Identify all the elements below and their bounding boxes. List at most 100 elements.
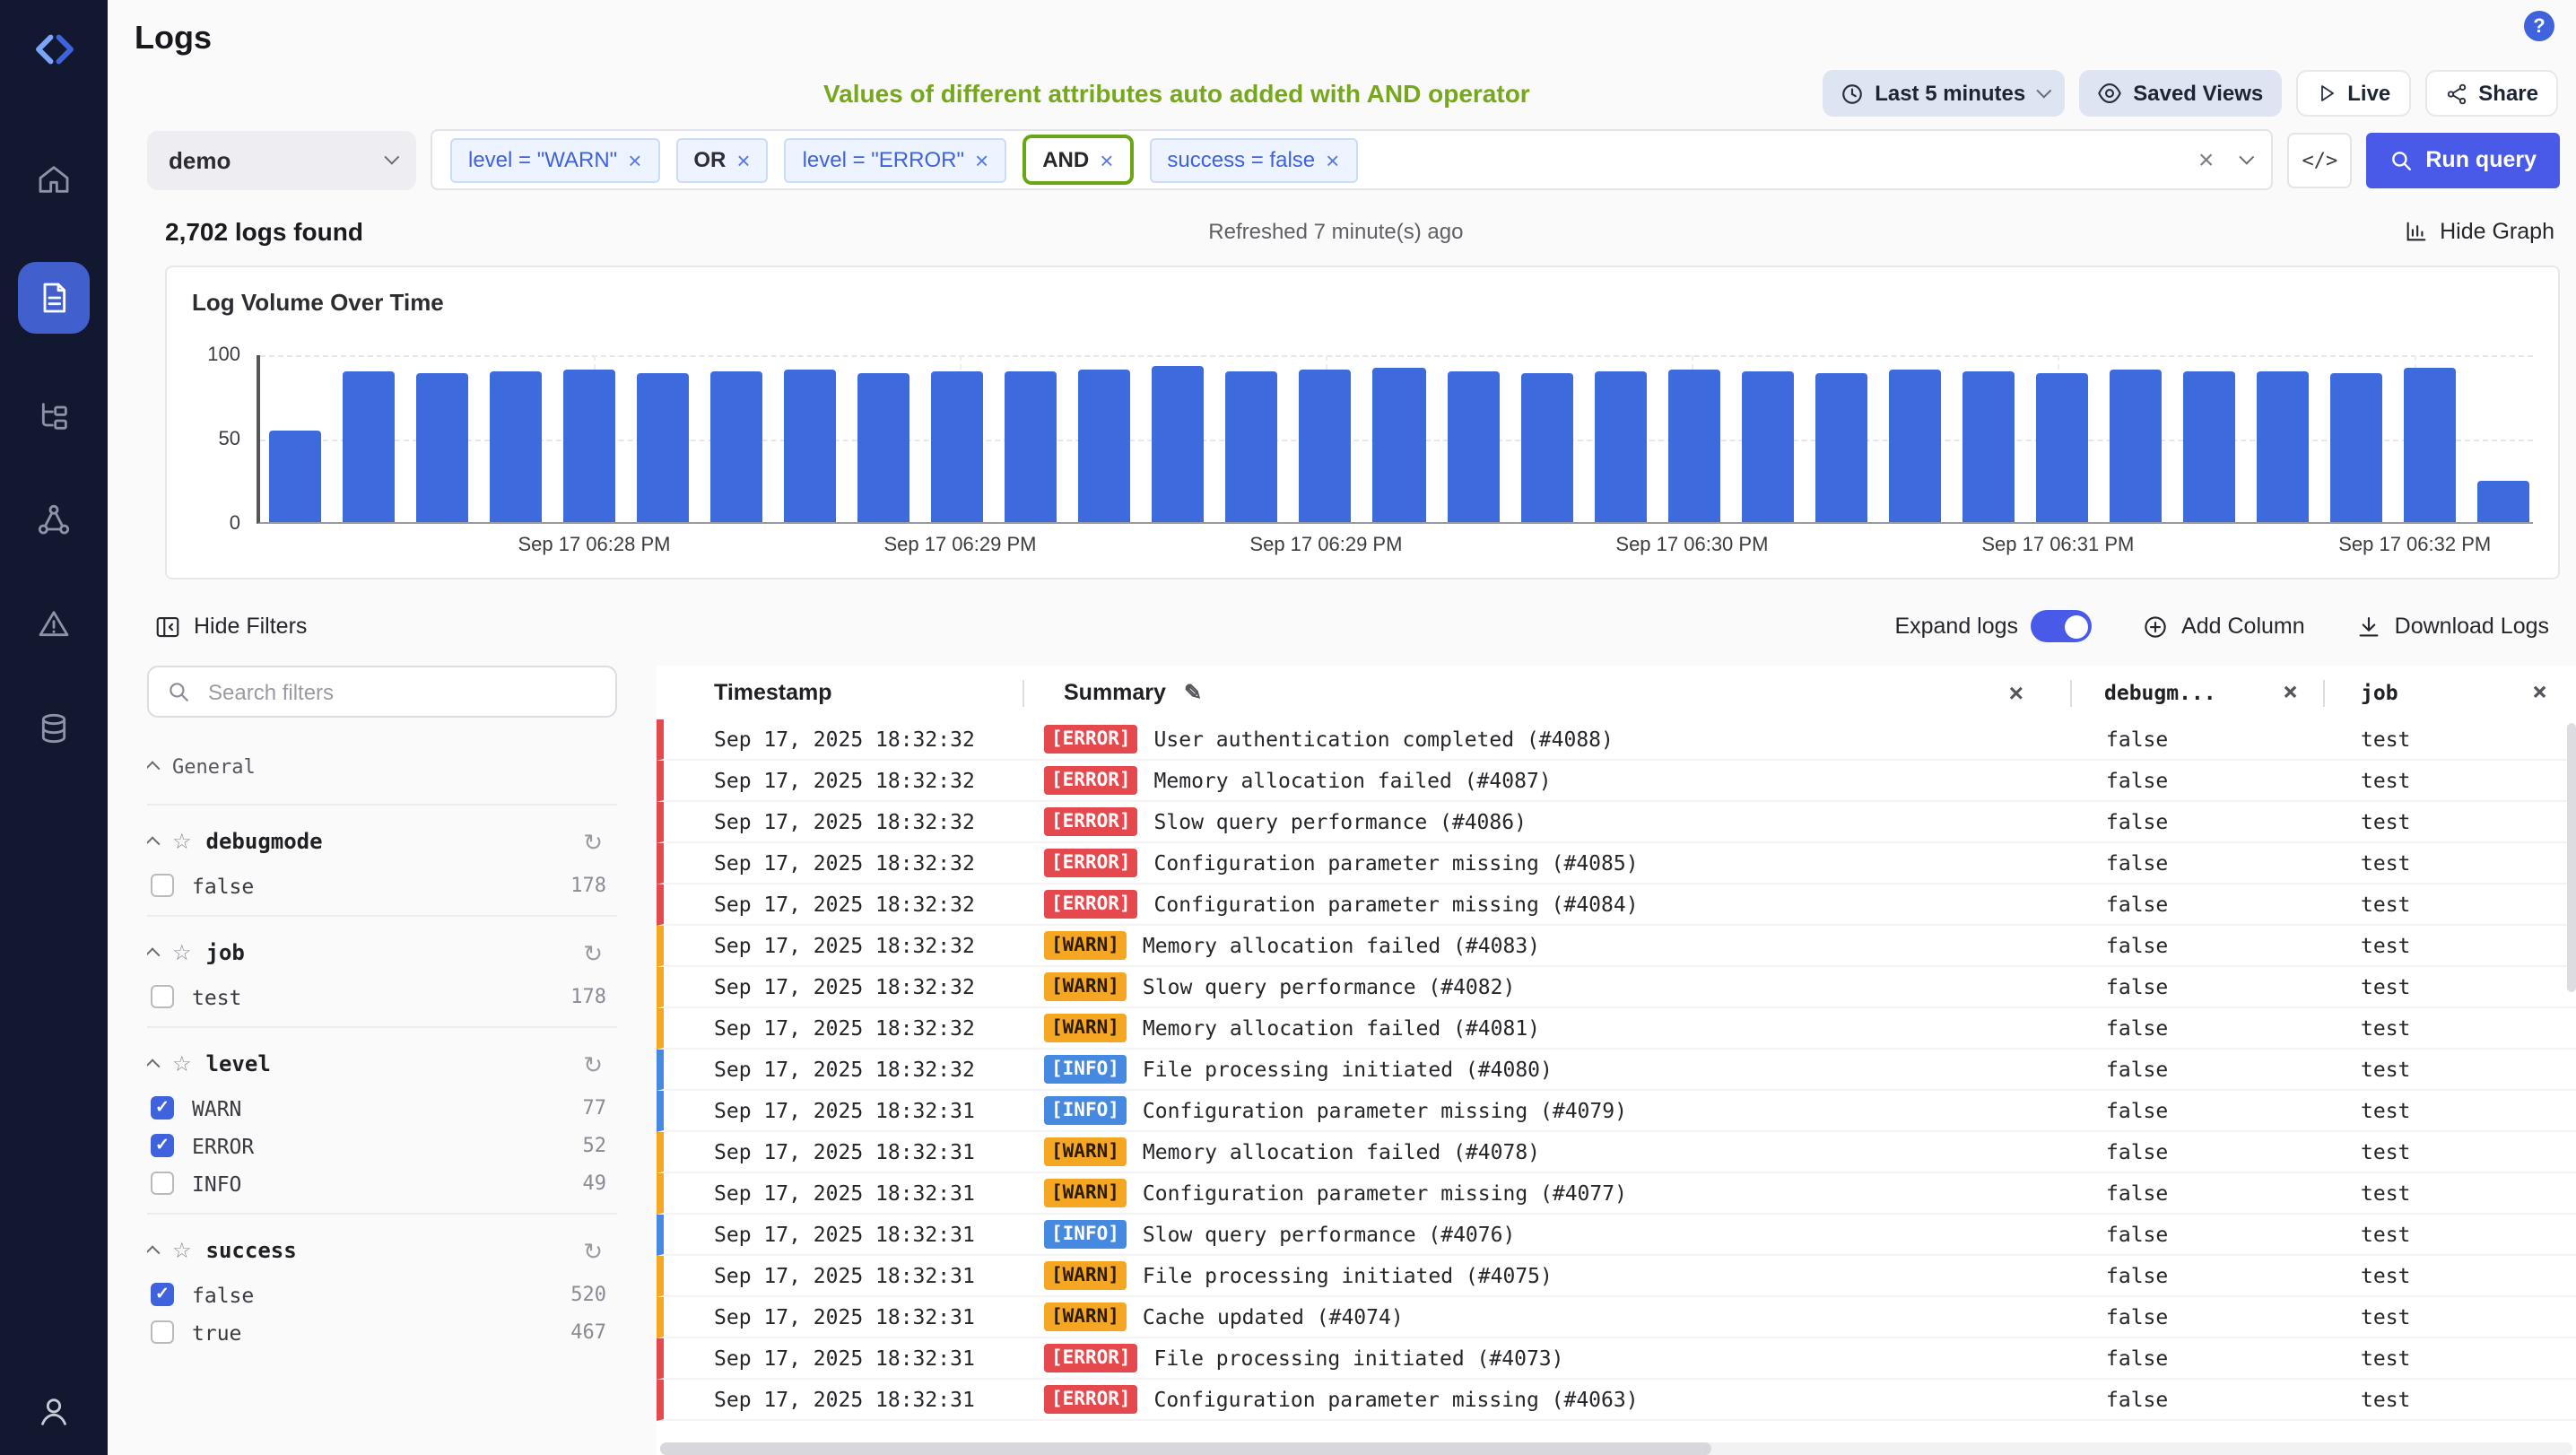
remove-summary-column-icon[interactable]: × [2009, 680, 2023, 705]
log-row[interactable]: Sep 17, 2025 18:32:32 INFO File processi… [657, 1050, 2576, 1091]
refresh-icon[interactable]: ↻ [583, 941, 603, 964]
saved-views-button[interactable]: Saved Views [2079, 70, 2281, 117]
checkbox[interactable] [151, 1172, 174, 1195]
hide-graph-button[interactable]: Hide Graph [2404, 219, 2554, 244]
log-row[interactable]: Sep 17, 2025 18:32:32 WARN Slow query pe… [657, 967, 2576, 1008]
query-filter-chip[interactable]: success = false × [1149, 137, 1357, 182]
log-row[interactable]: Sep 17, 2025 18:32:31 WARN Configuration… [657, 1173, 2576, 1215]
filter-value-row[interactable]: false 178 [147, 867, 617, 904]
scrollbar-thumb[interactable] [660, 1442, 1712, 1455]
chip-remove-icon[interactable]: × [736, 146, 750, 173]
query-filter-chip[interactable]: level = "ERROR" × [785, 137, 1007, 182]
log-row[interactable]: Sep 17, 2025 18:32:31 ERROR File process… [657, 1338, 2576, 1380]
checkbox[interactable] [151, 1283, 174, 1306]
code-view-button[interactable]: </> [2287, 132, 2352, 187]
filter-value-row[interactable]: test 178 [147, 978, 617, 1015]
log-row[interactable]: Sep 17, 2025 18:32:32 ERROR Memory alloc… [657, 761, 2576, 802]
log-row[interactable]: Sep 17, 2025 18:32:32 ERROR User authent… [657, 719, 2576, 761]
log-row[interactable]: Sep 17, 2025 18:32:31 WARN Memory alloca… [657, 1132, 2576, 1173]
chart-bar [563, 370, 615, 522]
chart-bar [1594, 372, 1646, 522]
facet-header[interactable]: ☆ success ↻ [147, 1225, 617, 1276]
horizontal-scrollbar[interactable] [660, 1442, 2572, 1455]
app-logo[interactable] [23, 18, 84, 79]
sidebar-item-services[interactable] [18, 499, 90, 542]
star-icon[interactable]: ☆ [172, 1053, 192, 1075]
sidebar-item-traces[interactable] [18, 395, 90, 438]
live-button[interactable]: Live [2295, 70, 2410, 117]
query-filter-chip[interactable]: AND × [1023, 135, 1133, 185]
expand-logs-toggle[interactable] [2031, 610, 2092, 642]
scrollbar-thumb[interactable] [2567, 723, 2576, 993]
checkbox[interactable] [151, 1134, 174, 1157]
log-row[interactable]: Sep 17, 2025 18:32:31 WARN File processi… [657, 1256, 2576, 1297]
column-timestamp[interactable]: Timestamp [714, 680, 832, 705]
sidebar-item-database[interactable] [18, 707, 90, 750]
facet-header[interactable]: ☆ job ↻ [147, 928, 617, 978]
log-row[interactable]: Sep 17, 2025 18:32:31 ERROR Configuratio… [657, 1380, 2576, 1421]
checkbox[interactable] [151, 985, 174, 1008]
vertical-scrollbar[interactable] [2567, 723, 2576, 1433]
column-summary[interactable]: Summary [1064, 680, 1166, 705]
chip-remove-icon[interactable]: × [1326, 146, 1339, 173]
star-icon[interactable]: ☆ [172, 942, 192, 963]
run-query-button[interactable]: Run query [2366, 132, 2560, 187]
sidebar-item-home[interactable] [18, 158, 90, 201]
refresh-icon[interactable]: ↻ [583, 830, 603, 853]
remove-job-column-icon[interactable]: × [2532, 680, 2547, 705]
log-row[interactable]: Sep 17, 2025 18:32:32 ERROR Configuratio… [657, 884, 2576, 926]
time-range-button[interactable]: Last 5 minutes [1823, 70, 2065, 117]
chip-remove-icon[interactable]: × [628, 146, 641, 173]
expand-query-chevron-icon[interactable] [2240, 150, 2255, 165]
column-job[interactable]: job [2361, 680, 2398, 705]
source-select[interactable]: demo [147, 130, 416, 189]
user-avatar[interactable] [36, 1394, 72, 1430]
star-icon[interactable]: ☆ [172, 831, 192, 852]
remove-debugmode-column-icon[interactable]: × [2283, 680, 2298, 705]
filter-value-row[interactable]: INFO 49 [147, 1164, 617, 1202]
log-job-value: test [2325, 1346, 2576, 1371]
checkbox[interactable] [151, 1320, 174, 1344]
sidebar-item-alerts[interactable] [18, 603, 90, 646]
filter-value-row[interactable]: WARN 77 [147, 1089, 617, 1127]
log-row[interactable]: Sep 17, 2025 18:32:31 INFO Configuration… [657, 1091, 2576, 1132]
download-logs-button[interactable]: Download Logs [2355, 613, 2549, 640]
refresh-icon[interactable]: ↻ [583, 1052, 603, 1076]
log-row[interactable]: Sep 17, 2025 18:32:32 WARN Memory alloca… [657, 926, 2576, 967]
clear-query-icon[interactable]: × [2198, 146, 2215, 173]
log-row[interactable]: Sep 17, 2025 18:32:31 WARN Cache updated… [657, 1297, 2576, 1338]
query-filter-chip[interactable]: OR × [675, 137, 768, 182]
log-row[interactable]: Sep 17, 2025 18:32:32 WARN Memory alloca… [657, 1008, 2576, 1050]
download-logs-label: Download Logs [2395, 614, 2549, 639]
results-row: 2,702 logs found Refreshed 7 minute(s) a… [165, 212, 2554, 251]
query-filter-chip[interactable]: level = "WARN" × [450, 137, 659, 182]
share-button[interactable]: Share [2424, 70, 2558, 117]
log-row[interactable]: Sep 17, 2025 18:32:32 ERROR Slow query p… [657, 802, 2576, 843]
edit-column-icon[interactable]: ✎ [1184, 680, 1202, 705]
filters-search[interactable] [147, 666, 617, 718]
chip-remove-icon[interactable]: × [975, 146, 988, 173]
sidebar-item-logs[interactable] [18, 262, 90, 334]
table-body: Sep 17, 2025 18:32:32 ERROR User authent… [657, 719, 2576, 1455]
checkbox[interactable] [151, 1096, 174, 1120]
hide-filters-button[interactable]: Hide Filters [154, 613, 307, 640]
log-row[interactable]: Sep 17, 2025 18:32:32 ERROR Configuratio… [657, 843, 2576, 884]
log-row[interactable]: Sep 17, 2025 18:32:31 INFO Slow query pe… [657, 1215, 2576, 1256]
facet-header[interactable]: ☆ level ↻ [147, 1039, 617, 1089]
add-column-button[interactable]: Add Column [2142, 613, 2305, 640]
filters-search-input[interactable] [205, 677, 597, 706]
filter-value-row[interactable]: false 520 [147, 1276, 617, 1313]
checkbox[interactable] [151, 874, 174, 897]
log-debugmode-value: false [2074, 892, 2325, 917]
filter-value-row[interactable]: true 467 [147, 1313, 617, 1351]
facet-header[interactable]: ☆ debugmode ↻ [147, 816, 617, 867]
filters-group-general[interactable]: General [147, 739, 617, 793]
annotation-text: Values of different attributes auto adde… [823, 79, 1530, 108]
help-button[interactable]: ? [2524, 11, 2554, 41]
star-icon[interactable]: ☆ [172, 1240, 192, 1261]
chip-remove-icon[interactable]: × [1100, 146, 1113, 173]
column-debugmode[interactable]: debugm... [2104, 680, 2216, 705]
filter-value-row[interactable]: ERROR 52 [147, 1127, 617, 1164]
query-input-box[interactable]: level = "WARN" × OR × level = "ERROR" × … [431, 129, 2273, 190]
refresh-icon[interactable]: ↻ [583, 1239, 603, 1262]
